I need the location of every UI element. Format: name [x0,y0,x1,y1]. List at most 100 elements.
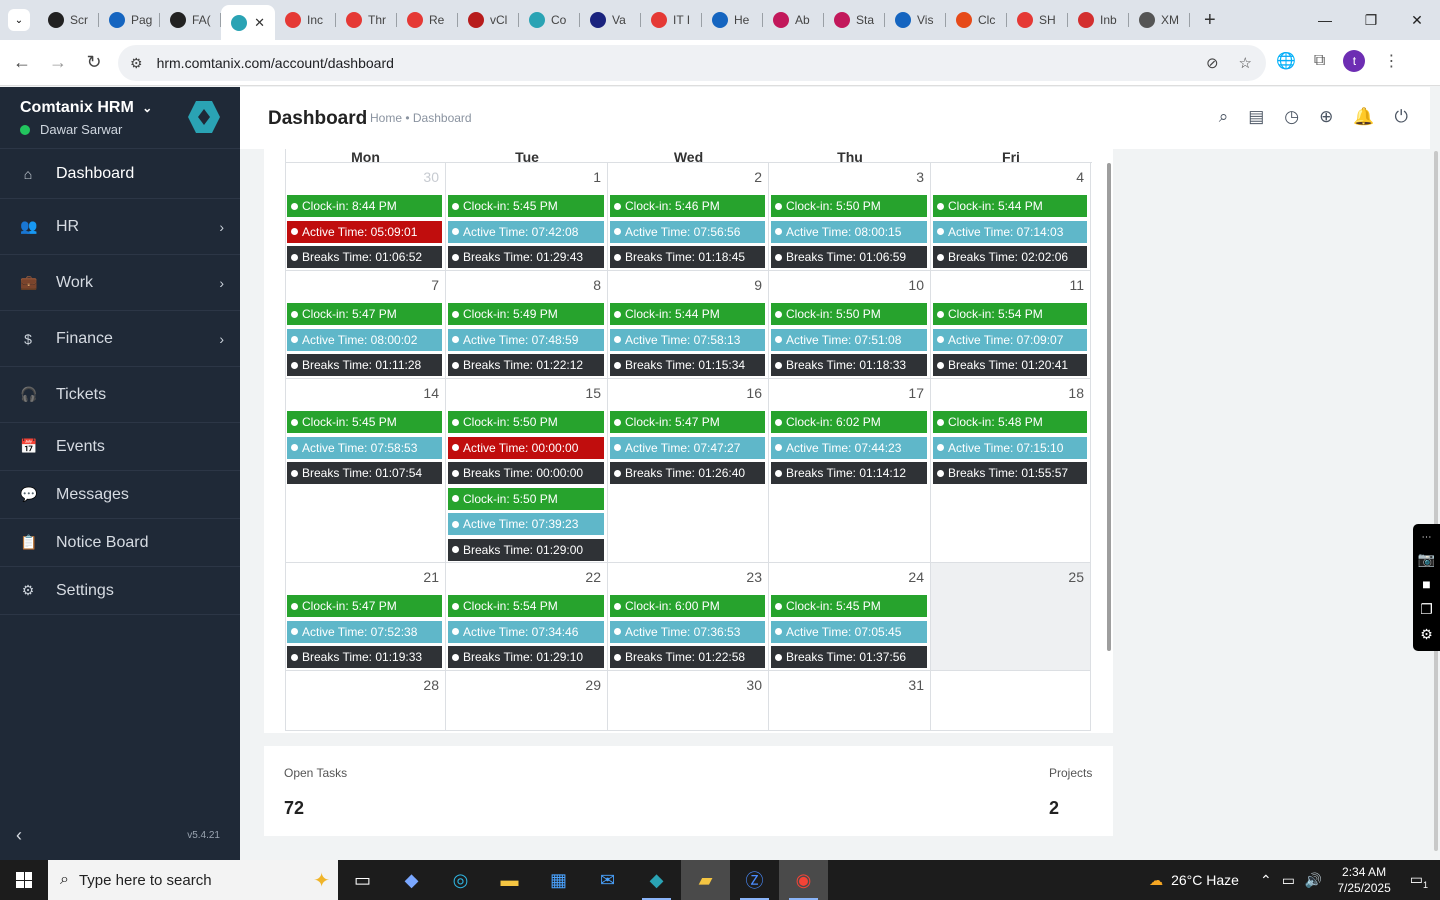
browser-tab[interactable]: Va [580,5,641,35]
volume-icon[interactable]: 🔊 [1305,872,1322,889]
attendance-event[interactable]: Breaks Time: 01:26:40 [610,462,765,484]
calendar-day-cell[interactable]: 4 Clock-in: 5:44 PM Active Time: 07:14:03 B… [931,163,1091,271]
comtanix-app-icon[interactable]: ◆ [632,860,681,900]
translate-icon[interactable]: 🌐 [1276,51,1296,71]
attendance-event[interactable]: Clock-in: 5:45 PM [448,195,604,217]
attendance-event[interactable]: Active Time: 07:56:56 [610,220,765,243]
taskbar-search[interactable]: ⌕ Type here to search ✦ [48,860,338,900]
gear-icon[interactable]: ⚙ [1420,626,1433,643]
attendance-event[interactable]: Active Time: 07:09:07 [933,328,1087,351]
attendance-event[interactable]: Clock-in: 5:45 PM [771,595,927,617]
day-number[interactable]: 7 [431,277,439,293]
browser-tab[interactable]: He [702,5,763,35]
projects-value[interactable]: 2 [1049,798,1092,819]
menu-icon[interactable]: ⋮ [1383,51,1399,71]
day-number[interactable]: 18 [1068,385,1084,401]
day-number[interactable]: 8 [593,277,601,293]
link-icon[interactable]: ⋯ [1422,532,1432,543]
tab-search-button[interactable]: ⌄ [8,9,30,31]
calendar-day-cell[interactable]: 21 Clock-in: 5:47 PM Active Time: 07:52:38… [285,563,446,671]
attendance-event[interactable]: Active Time: 07:14:03 [933,220,1087,243]
day-number[interactable]: 16 [746,385,762,401]
calendar-day-cell[interactable]: 23 Clock-in: 6:00 PM Active Time: 07:36:53… [608,563,769,671]
day-number[interactable]: 9 [754,277,762,293]
attendance-event[interactable]: Breaks Time: 01:37:56 [771,646,927,668]
task-view-icon[interactable]: ▭ [338,860,387,900]
attendance-event[interactable]: Clock-in: 5:54 PM [933,303,1087,325]
attendance-event[interactable]: Active Time: 00:00:00 [448,436,604,459]
mail-icon[interactable]: ✉ [583,860,632,900]
attendance-event[interactable]: Clock-in: 5:46 PM [610,195,765,217]
bookmark-star-icon[interactable]: ☆ [1239,54,1252,72]
attendance-event[interactable]: Breaks Time: 01:22:12 [448,354,604,376]
day-number[interactable]: 28 [423,677,439,693]
calendar-day-cell[interactable]: 10 Clock-in: 5:50 PM Active Time: 07:51:08… [769,271,931,379]
attendance-event[interactable]: Active Time: 07:42:08 [448,220,604,243]
site-info-icon[interactable]: ⚙ [130,55,143,72]
calendar-day-cell[interactable]: 18 Clock-in: 5:48 PM Active Time: 07:15:10… [931,379,1091,563]
attendance-event[interactable]: Clock-in: 5:47 PM [287,595,442,617]
forward-button[interactable]: → [40,45,76,81]
calendar-day-cell[interactable]: 28 [285,671,446,731]
chevron-up-icon[interactable]: ⌃ [1260,872,1272,889]
attendance-event[interactable]: Breaks Time: 01:29:00 [448,538,604,561]
calendar-day-cell[interactable]: 1 Clock-in: 5:45 PM Active Time: 07:42:08 B… [446,163,608,271]
attendance-event[interactable]: Breaks Time: 01:18:33 [771,354,927,376]
windows-start-icon[interactable] [0,860,48,900]
close-tab-icon[interactable]: ✕ [254,15,265,31]
calendar-day-cell[interactable]: 2 Clock-in: 5:46 PM Active Time: 07:56:56 B… [608,163,769,271]
collapse-sidebar-button[interactable]: ‹ [16,825,22,846]
eye-off-icon[interactable]: ⊘ [1206,54,1219,72]
attendance-event[interactable]: Active Time: 07:58:13 [610,328,765,351]
browser-tab[interactable]: Clc [946,5,1007,35]
attendance-event[interactable]: Clock-in: 5:49 PM [448,303,604,325]
calendar-day-cell[interactable]: 30 Clock-in: 8:44 PM Active Time: 05:09:01… [285,163,446,271]
calendar-day-cell[interactable]: 14 Clock-in: 5:45 PM Active Time: 07:58:53… [285,379,446,563]
attendance-event[interactable]: Breaks Time: 01:06:52 [287,246,442,268]
attendance-event[interactable]: Breaks Time: 01:18:45 [610,246,765,268]
attendance-event[interactable]: Breaks Time: 01:20:41 [933,354,1087,376]
day-number[interactable]: 11 [1069,277,1084,293]
calendar-day-cell[interactable]: 24 Clock-in: 5:45 PM Active Time: 07:05:45… [769,563,931,671]
sidebar-item-work[interactable]: 💼 Work › [0,255,240,311]
browser-tab[interactable]: XM [1129,5,1190,35]
taskbar-clock[interactable]: 2:34 AM 7/25/2025 [1337,864,1390,896]
day-number[interactable]: 24 [908,569,924,585]
sticky-note-icon[interactable]: ▤ [1248,107,1264,127]
open-tasks-value[interactable]: 72 [284,798,347,819]
attendance-event[interactable]: Breaks Time: 02:02:06 [933,246,1087,268]
new-tab-button[interactable]: + [1204,9,1216,32]
attendance-event[interactable]: Active Time: 05:09:01 [287,220,442,243]
attendance-event[interactable]: Active Time: 08:00:02 [287,328,442,351]
sidebar-item-hr[interactable]: 👥 HR › [0,199,240,255]
calendar-day-cell[interactable]: 17 Clock-in: 6:02 PM Active Time: 07:44:23… [769,379,931,563]
attendance-event[interactable]: Clock-in: 5:50 PM [771,195,927,217]
sidebar-item-tickets[interactable]: 🎧 Tickets [0,367,240,423]
calendar-day-cell[interactable]: 7 Clock-in: 5:47 PM Active Time: 08:00:02 B… [285,271,446,379]
browser-tab[interactable]: SH [1007,5,1068,35]
day-number[interactable]: 31 [908,677,924,693]
attendance-event[interactable]: Clock-in: 5:47 PM [610,411,765,433]
browser-tab[interactable]: Re [397,5,458,35]
attendance-event[interactable]: Active Time: 07:47:27 [610,436,765,459]
calendar-day-cell[interactable]: 9 Clock-in: 5:44 PM Active Time: 07:58:13 B… [608,271,769,379]
attendance-event[interactable]: Clock-in: 8:44 PM [287,195,442,217]
attendance-event[interactable]: Clock-in: 5:50 PM [448,487,604,510]
day-number[interactable]: 17 [908,385,924,401]
camera-icon[interactable]: 📷 [1418,551,1435,568]
day-number[interactable]: 25 [1068,569,1084,585]
zoom-icon[interactable]: Ⓩ [730,860,779,900]
attendance-event[interactable]: Active Time: 08:00:15 [771,220,927,243]
chrome-icon[interactable]: ◉ [779,860,828,900]
sidebar-item-messages[interactable]: 💬 Messages [0,471,240,519]
attendance-event[interactable]: Breaks Time: 01:19:33 [287,646,442,668]
attendance-event[interactable]: Active Time: 07:58:53 [287,436,442,459]
attendance-event[interactable]: Clock-in: 6:00 PM [610,595,765,617]
attendance-event[interactable]: Clock-in: 5:47 PM [287,303,442,325]
browser-tab[interactable]: Pag [99,5,160,35]
calendar-day-cell[interactable]: 16 Clock-in: 5:47 PM Active Time: 07:47:27… [608,379,769,563]
browser-tab[interactable]: Vis [885,5,946,35]
bell-icon[interactable]: 🔔 [1353,107,1374,127]
day-number[interactable]: 3 [916,169,924,185]
day-number[interactable]: 15 [585,385,601,401]
